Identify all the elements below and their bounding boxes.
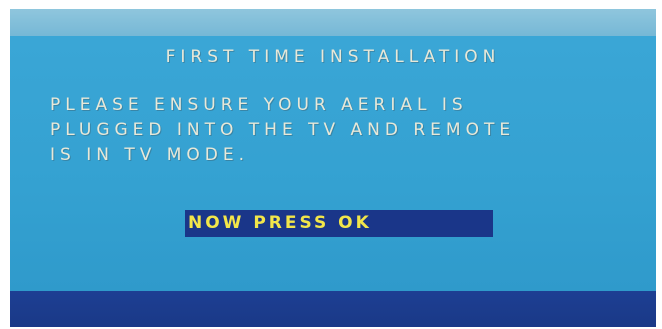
message-line-3: IS IN TV MODE.	[50, 145, 250, 165]
tv-screen: FIRST TIME INSTALLATION PLEASE ENSURE YO…	[10, 9, 656, 327]
bottom-bar	[10, 291, 656, 327]
top-strip	[10, 9, 656, 36]
instruction-message: PLEASE ENSURE YOUR AERIAL IS PLUGGED INT…	[50, 93, 650, 168]
page-title: FIRST TIME INSTALLATION	[165, 47, 501, 67]
press-ok-button[interactable]: NOW PRESS OK	[185, 210, 493, 237]
message-line-1: PLEASE ENSURE YOUR AERIAL IS	[50, 95, 468, 115]
message-line-2: PLUGGED INTO THE TV AND REMOTE	[50, 120, 516, 140]
